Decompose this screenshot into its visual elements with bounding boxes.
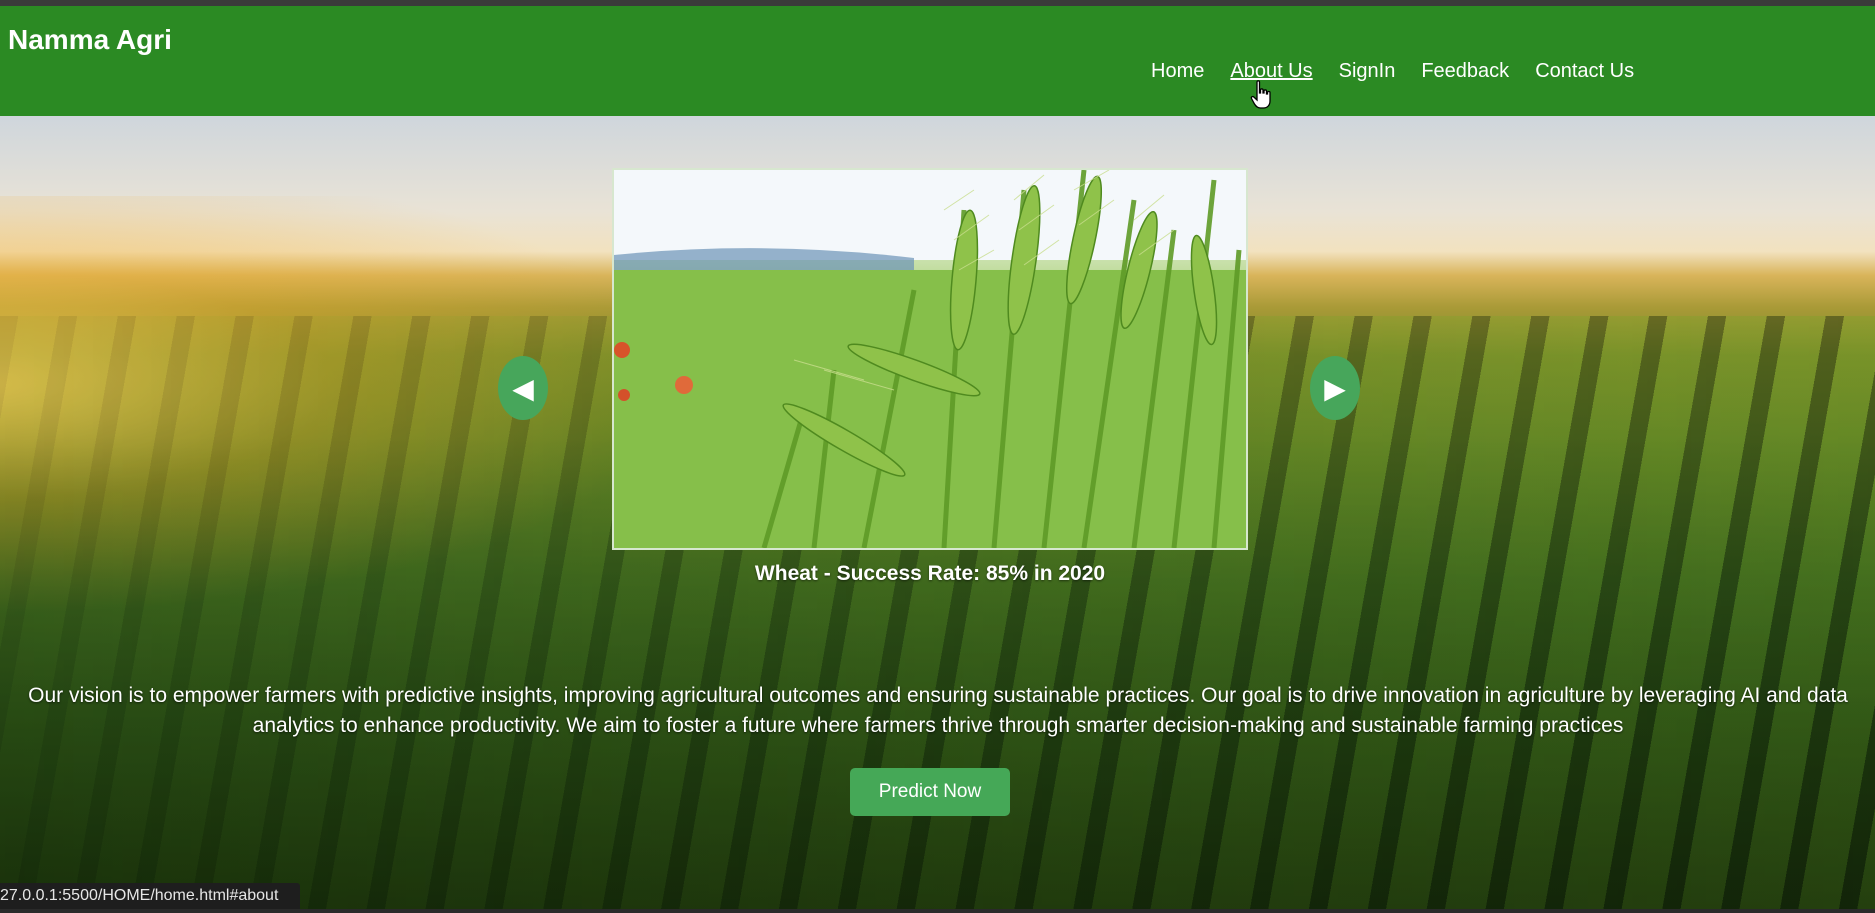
brand-logo[interactable]: Namma Agri <box>8 24 172 56</box>
vision-statement: Our vision is to empower farmers with pr… <box>28 684 1848 737</box>
main-nav: Home About Us SignIn Feedback Contact Us <box>1151 60 1660 83</box>
nav-feedback[interactable]: Feedback <box>1421 60 1509 83</box>
navbar: Namma Agri Home About Us SignIn Feedback… <box>0 6 1875 116</box>
nav-home[interactable]: Home <box>1151 60 1204 83</box>
nav-contact-us[interactable]: Contact Us <box>1535 60 1634 83</box>
play-left-icon: ◀ <box>512 372 534 404</box>
carousel-slide-image <box>612 168 1248 550</box>
wheat-image <box>614 170 1246 548</box>
predict-now-button[interactable]: Predict Now <box>850 768 1010 816</box>
hand-pointer-cursor-icon <box>1250 80 1271 109</box>
nav-signin[interactable]: SignIn <box>1339 60 1396 83</box>
carousel-next-button[interactable]: ▶ <box>1310 356 1360 420</box>
carousel-caption: Wheat - Success Rate: 85% in 2020 <box>754 562 1106 585</box>
carousel-prev-button[interactable]: ◀ <box>498 356 548 420</box>
play-right-icon: ▶ <box>1324 372 1346 404</box>
browser-status-url: 27.0.0.1:5500/HOME/home.html#about <box>0 883 300 909</box>
window-bottom-edge <box>0 909 1875 913</box>
